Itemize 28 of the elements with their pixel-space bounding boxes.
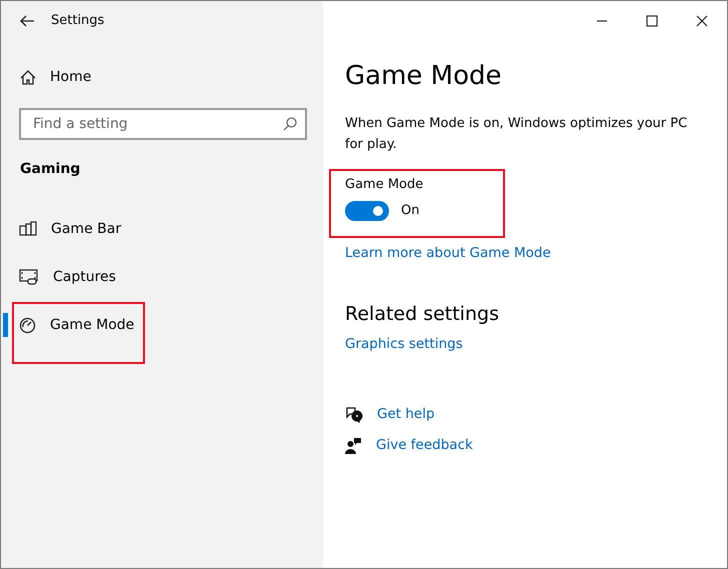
page-title: Game Mode xyxy=(345,61,503,92)
section-heading: Gaming xyxy=(20,160,82,179)
back-arrow-icon xyxy=(19,14,35,27)
close-icon xyxy=(696,15,708,27)
search-box[interactable]: Find a setting xyxy=(19,108,307,140)
learn-more-link[interactable]: Learn more about Game Mode xyxy=(345,242,551,263)
window-title: Settings xyxy=(51,12,104,30)
toggle-switch[interactable] xyxy=(345,200,389,221)
gauge-icon xyxy=(19,316,36,334)
sidebar-item[interactable]: Captures xyxy=(1,253,323,301)
game-bar-icon xyxy=(19,221,37,237)
maximize-icon xyxy=(646,15,658,27)
description-text: When Game Mode is on, Windows optimizes your PC for play. xyxy=(345,115,688,154)
toggle-state-text: On xyxy=(401,202,420,220)
captures-icon xyxy=(19,268,39,286)
help-chat-icon xyxy=(345,406,363,423)
sidebar-item[interactable]: Game Mode xyxy=(1,301,323,349)
section-heading: Related settings xyxy=(345,302,500,326)
search-field[interactable]: Find a setting xyxy=(31,112,283,136)
feedback-person-icon xyxy=(345,436,362,454)
help-link[interactable]: Get help xyxy=(377,404,435,425)
toggle-label: Game Mode xyxy=(345,176,424,194)
sidebar-item[interactable]: Game Bar xyxy=(1,205,323,253)
home-link[interactable]: Home xyxy=(1,57,323,97)
home-icon xyxy=(20,70,36,84)
search-icon xyxy=(283,117,297,131)
help-link[interactable]: Give feedback xyxy=(376,435,473,456)
related-link[interactable]: Graphics settings xyxy=(345,334,463,354)
